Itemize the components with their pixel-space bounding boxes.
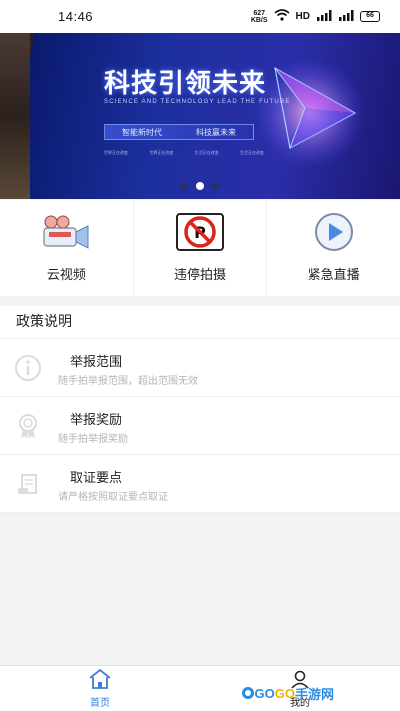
watermark-logo-icon — [241, 687, 254, 699]
no-parking-icon: P — [175, 212, 225, 252]
policy-item-desc: 随手拍举报范围，超出范围无效 — [58, 376, 198, 387]
banner-arrow-graphic — [255, 58, 365, 168]
parking-violation-label: 违停拍摄 — [174, 268, 227, 283]
banner-slogan-bar: 智能新时代 科技赢未来 — [104, 124, 254, 140]
banner-side-photo — [0, 33, 30, 199]
policy-item-evidence[interactable]: 取证要点 请严格按照取证要点取证 — [0, 455, 400, 513]
document-icon — [14, 470, 42, 498]
policy-section: 政策说明 举报范围 随手拍举报范围，超出范围无效 举报奖励 随手拍举报奖励 取证… — [0, 306, 400, 513]
carousel-dot[interactable] — [180, 182, 188, 190]
carousel-dot[interactable] — [212, 182, 220, 190]
emergency-live-label: 紧急直播 — [307, 268, 360, 283]
banner-subtitle: SCIENCE AND TECHNOLOGY LEAD THE FUTURE — [104, 99, 291, 105]
quick-actions: 云视频 P 违停拍摄 紧急直播 — [0, 200, 400, 296]
info-icon — [14, 354, 42, 382]
hd-label: HD — [295, 11, 310, 22]
banner-title: 科技引领未来 — [104, 69, 267, 99]
parking-violation-button[interactable]: P 违停拍摄 — [134, 200, 268, 296]
home-icon — [88, 668, 112, 693]
policy-item-title: 举报范围 — [70, 355, 123, 370]
network-speed: 627 KB/S — [250, 9, 268, 24]
signal-icon — [316, 9, 332, 24]
carousel-dot-active[interactable] — [196, 182, 204, 190]
policy-item-desc: 请严格按照取证要点取证 — [58, 492, 168, 503]
policy-item-title: 取证要点 — [70, 471, 123, 486]
site-watermark: GO GO 手游网 — [241, 682, 334, 704]
policy-item-scope[interactable]: 举报范围 随手拍举报范围，超出范围无效 — [0, 339, 400, 397]
policy-item-title: 举报奖励 — [70, 413, 123, 428]
emergency-live-button[interactable]: 紧急直播 — [267, 200, 400, 296]
policy-item-desc: 随手拍举报奖励 — [58, 434, 128, 445]
bottom-tab-bar: 首页 我的 — [0, 665, 400, 711]
signal-icon-2 — [338, 9, 354, 24]
policy-heading: 政策说明 — [0, 306, 400, 339]
tab-home[interactable]: 首页 — [0, 666, 200, 711]
tab-home-label: 首页 — [90, 697, 110, 709]
policy-item-reward[interactable]: 举报奖励 随手拍举报奖励 — [0, 397, 400, 455]
carousel-dots — [0, 182, 400, 190]
banner-carousel[interactable]: 科技引领未来 SCIENCE AND TECHNOLOGY LEAD THE F… — [0, 33, 400, 199]
play-icon — [309, 212, 359, 252]
battery-icon: 66 — [360, 11, 380, 22]
status-bar: 14:46 627 KB/S HD 66 — [0, 0, 400, 33]
wifi-icon — [274, 9, 290, 24]
status-icons: 627 KB/S HD 66 — [251, 9, 380, 24]
award-icon — [14, 412, 42, 440]
banner-tags: 世界正在改变 世界正在改变 生活正在改变 生活正在改变 — [104, 150, 264, 155]
status-time: 14:46 — [58, 9, 94, 24]
cloud-video-label: 云视频 — [46, 268, 86, 283]
cloud-video-button[interactable]: 云视频 — [0, 200, 134, 296]
camera-icon — [41, 212, 91, 252]
